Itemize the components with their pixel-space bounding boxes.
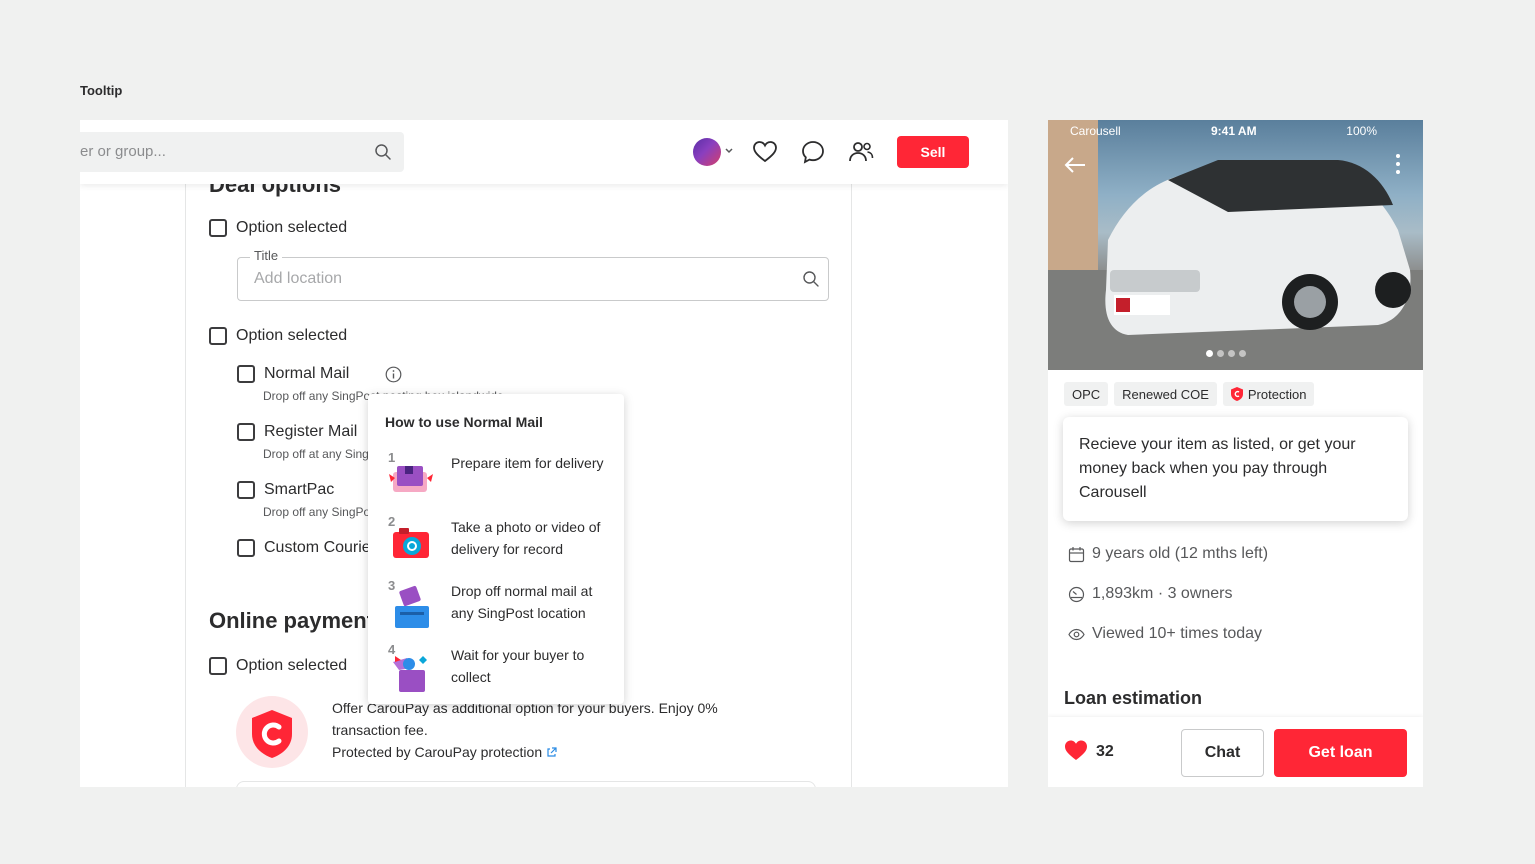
caroupay-description: Offer CarouPay as additional option for … [332, 697, 762, 763]
online-payment-title: Online payment [209, 608, 375, 633]
step-number: 4 [388, 642, 396, 657]
heart-icon[interactable] [1064, 739, 1088, 761]
checkbox[interactable] [237, 539, 255, 557]
tooltip-title: How to use Normal Mail [385, 414, 543, 430]
spec-views: Viewed 10+ times today [1068, 625, 1262, 643]
chat-button[interactable]: Chat [1181, 729, 1264, 777]
search-icon [803, 271, 819, 287]
spec-age: 9 years old (12 mths left) [1068, 545, 1268, 563]
back-arrow-icon[interactable] [1062, 152, 1088, 178]
listing-photo[interactable]: Carousell 9:41 AM 100% [1048, 120, 1423, 370]
deal-option-1[interactable]: Option selected [209, 219, 347, 237]
checkbox[interactable] [237, 365, 255, 383]
step-number: 1 [388, 450, 396, 465]
step-number: 2 [388, 514, 396, 529]
normal-mail-tooltip: How to use Normal Mail 1 Prepare item fo… [368, 394, 624, 704]
heart-icon[interactable] [752, 139, 778, 165]
option-label: SmartPac [264, 481, 335, 498]
mail-option-desc: Drop off any SingPost [263, 505, 380, 519]
caroupay-protection-link[interactable]: Protected by CarouPay protection [332, 744, 542, 760]
next-section-card [236, 781, 816, 787]
status-battery: 100% [1346, 124, 1377, 138]
step-text: Wait for your buyer to collect [451, 647, 585, 685]
carousel-dot[interactable] [1239, 350, 1246, 357]
shield-icon [1230, 387, 1243, 401]
search-bar[interactable]: er or group... [80, 132, 404, 172]
mail-option-register[interactable]: Register Mail [237, 423, 357, 441]
loan-estimation-title: Loan estimation [1064, 688, 1203, 708]
chevron-down-icon[interactable] [724, 146, 734, 156]
spec-mileage: 1,893km · 3 owners [1068, 585, 1233, 603]
car-photo [1048, 120, 1423, 370]
spec-text: Viewed 10+ times today [1092, 625, 1263, 642]
tooltip-text: Recieve your item as listed, or get your… [1079, 436, 1356, 501]
option-label: Normal Mail [264, 365, 350, 382]
bottom-action-bar: 32 Chat Get loan [1048, 717, 1423, 787]
desktop-frame: er or group... Sell Deal options Option … [80, 120, 1008, 787]
status-time: 9:41 AM [1211, 124, 1257, 138]
get-loan-button[interactable]: Get loan [1274, 729, 1407, 777]
top-navbar: er or group... Sell [80, 120, 1008, 184]
avatar[interactable] [693, 138, 721, 166]
field-legend: Title [250, 248, 283, 263]
tooltip-step: 2 Take a photo or video of delivery for … [385, 514, 615, 570]
checkbox[interactable] [209, 327, 227, 345]
checkbox[interactable] [237, 481, 255, 499]
shield-icon [252, 710, 292, 758]
checkbox[interactable] [209, 657, 227, 675]
option-label: Option selected [236, 219, 348, 236]
caroupay-desc-text: Offer CarouPay as additional option for … [332, 700, 718, 738]
carousel-dots[interactable] [1206, 350, 1246, 357]
mail-option-courier[interactable]: Custom Courier [237, 539, 376, 557]
checkbox[interactable] [209, 219, 227, 237]
tooltip-step: 1 Prepare item for delivery [385, 450, 615, 506]
option-label: Option selected [236, 327, 348, 344]
more-vertical-icon[interactable] [1395, 152, 1401, 176]
info-icon[interactable] [385, 366, 402, 383]
mail-option-smartpac[interactable]: SmartPac [237, 481, 334, 499]
mail-option-normal[interactable]: Normal Mail [237, 365, 349, 383]
option-label: Option selected [236, 657, 348, 674]
step-text: Take a photo or video of delivery for re… [451, 519, 601, 557]
tag-renewed-coe: Renewed COE [1114, 382, 1217, 406]
tag-protection[interactable]: Protection [1222, 382, 1315, 406]
page-title: Tooltip [80, 83, 123, 98]
eye-icon [1068, 628, 1085, 640]
carousel-dot[interactable] [1206, 350, 1213, 357]
external-link-icon[interactable] [546, 747, 557, 758]
caroupay-logo [236, 696, 308, 768]
search-icon[interactable] [374, 143, 392, 161]
search-input[interactable]: er or group... [80, 143, 166, 160]
step-text: Drop off normal mail at any SingPost loc… [451, 583, 593, 621]
like-count: 32 [1096, 743, 1114, 760]
location-field[interactable]: Title Add location [237, 248, 829, 301]
gauge-icon [1068, 586, 1085, 602]
mobile-frame: Carousell 9:41 AM 100% OPC Renewed COE P… [1048, 120, 1423, 787]
spec-text: 9 years old (12 mths left) [1092, 545, 1269, 562]
carousel-dot[interactable] [1228, 350, 1235, 357]
tag-label: Protection [1247, 386, 1307, 402]
tooltip-step: 3 Drop off normal mail at any SingPost l… [385, 578, 615, 634]
tag-opc: OPC [1064, 382, 1109, 406]
tooltip-step: 4 Wait for your buyer to collect [385, 642, 615, 698]
status-bar: Carousell 9:41 AM 100% [1048, 120, 1423, 140]
step-number: 3 [388, 578, 396, 593]
payment-option[interactable]: Option selected [209, 657, 347, 675]
spec-text: 1,893km · 3 owners [1092, 585, 1233, 602]
status-carrier: Carousell [1070, 124, 1121, 138]
option-label: Register Mail [264, 423, 358, 440]
chat-bubble-icon[interactable] [800, 139, 826, 165]
location-input[interactable]: Add location [254, 270, 342, 288]
carousel-dot[interactable] [1217, 350, 1224, 357]
calendar-icon [1068, 546, 1085, 562]
people-icon[interactable] [848, 139, 874, 165]
checkbox[interactable] [237, 423, 255, 441]
listing-tags: OPC Renewed COE Protection [1064, 382, 1315, 406]
deal-option-2[interactable]: Option selected [209, 327, 347, 345]
sell-button[interactable]: Sell [897, 136, 969, 168]
option-label: Custom Courier [264, 539, 377, 556]
step-text: Prepare item for delivery [451, 455, 604, 471]
protection-tooltip: Recieve your item as listed, or get your… [1063, 417, 1408, 521]
